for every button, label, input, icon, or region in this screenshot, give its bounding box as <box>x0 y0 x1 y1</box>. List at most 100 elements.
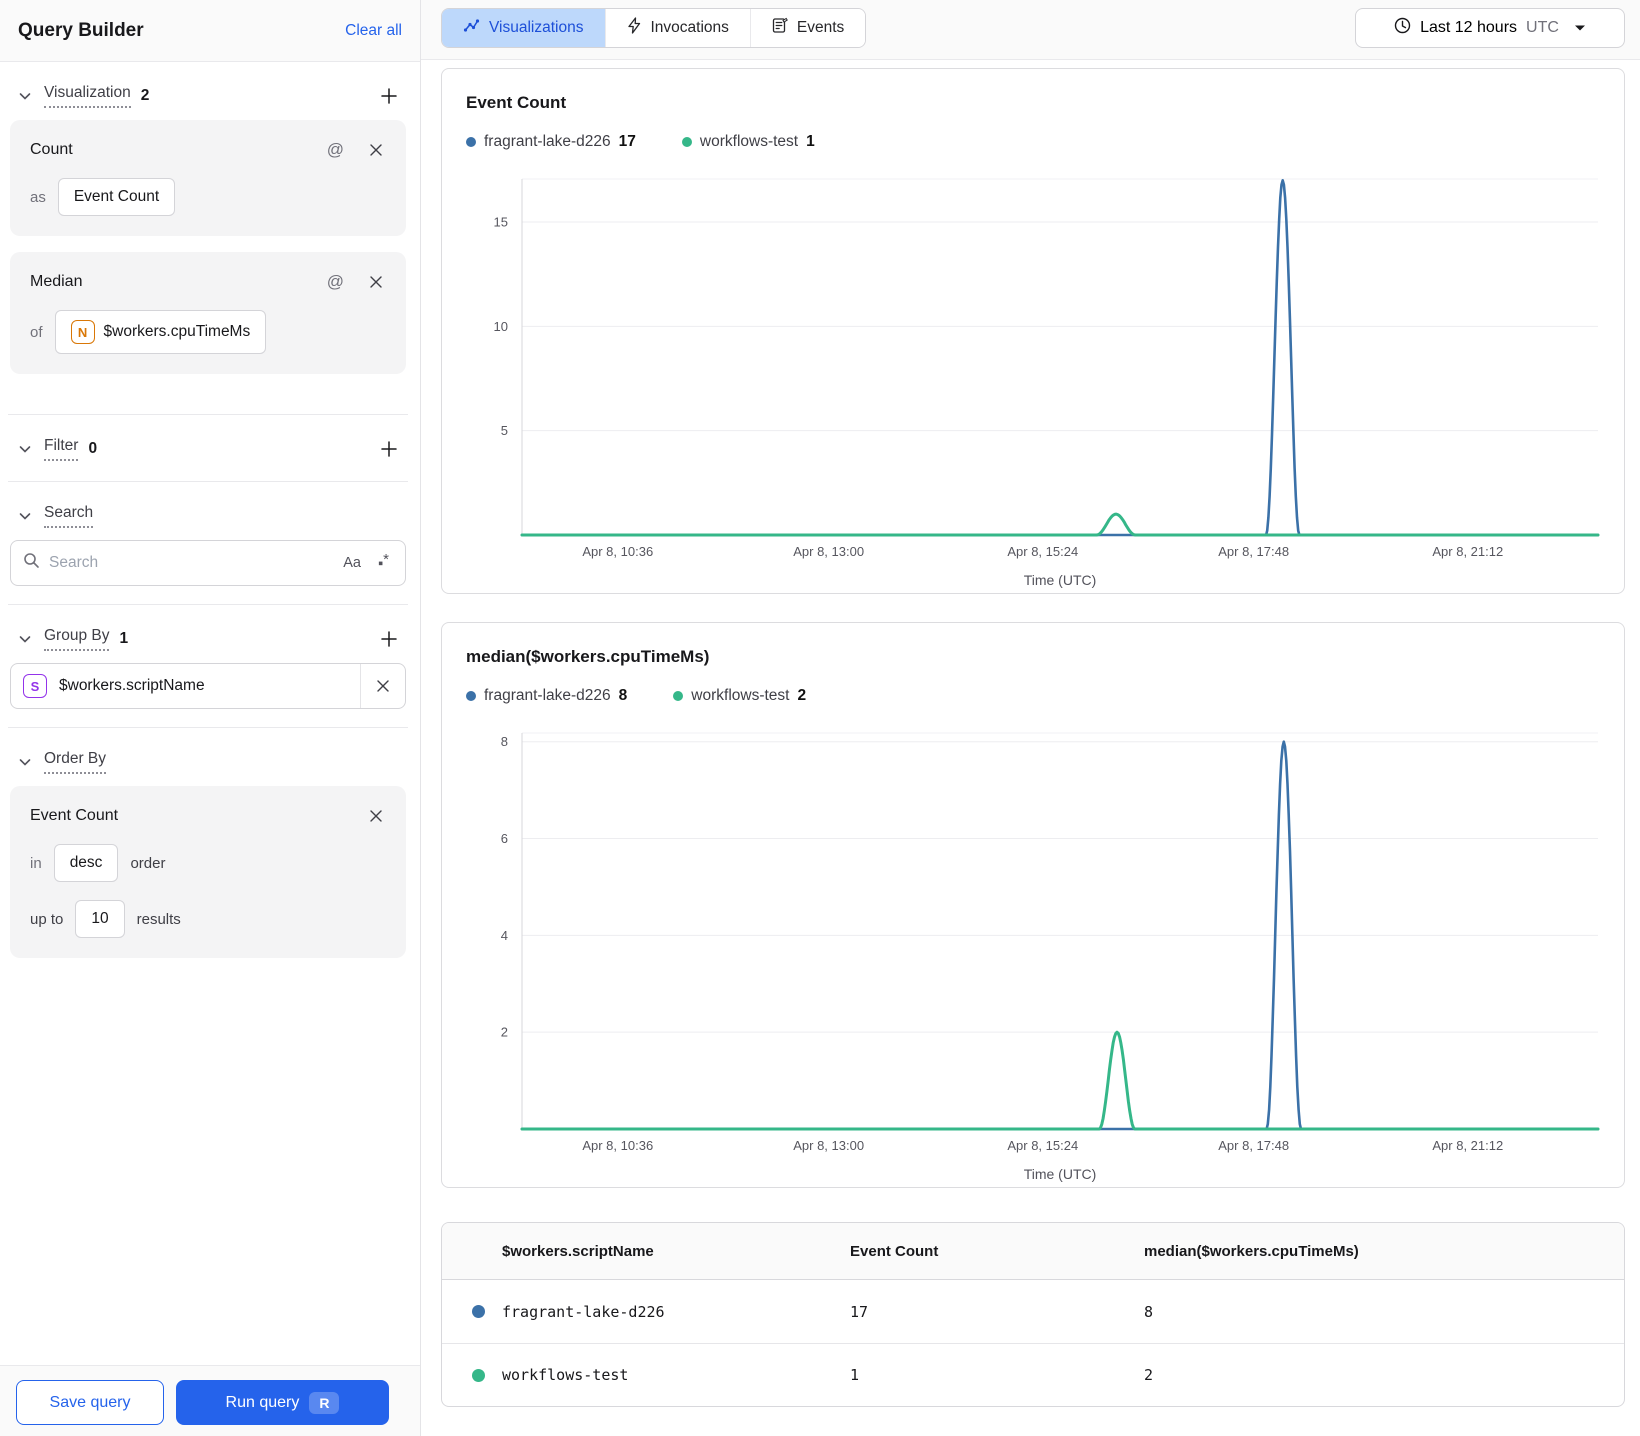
results-table: $workers.scriptName Event Count median($… <box>441 1222 1625 1407</box>
trend-icon <box>463 17 480 39</box>
close-icon[interactable] <box>366 140 386 160</box>
svg-text:8: 8 <box>501 734 508 749</box>
search-icon <box>23 552 40 574</box>
legend-item[interactable]: fragrant-lake-d226 17 <box>466 133 636 151</box>
sidebar-content: Visualization 2 Count @ as Event Count M… <box>0 62 420 1365</box>
lightning-icon <box>627 17 642 39</box>
clock-icon <box>1394 17 1411 39</box>
add-visualization-button[interactable] <box>378 85 400 107</box>
chevron-down-icon[interactable] <box>16 630 34 648</box>
event-count-cell: 1 <box>850 1366 860 1384</box>
events-icon <box>772 17 788 39</box>
svg-text:Apr 8, 17:48: Apr 8, 17:48 <box>1218 1138 1289 1153</box>
svg-text:Apr 8, 10:36: Apr 8, 10:36 <box>582 544 653 559</box>
legend-item[interactable]: fragrant-lake-d226 8 <box>466 687 627 705</box>
svg-text:Time (UTC): Time (UTC) <box>1024 1166 1097 1182</box>
svg-text:2: 2 <box>501 1025 508 1040</box>
svg-text:Apr 8, 21:12: Apr 8, 21:12 <box>1432 544 1503 559</box>
query-builder-sidebar: Query Builder Clear all Visualization 2 … <box>0 0 421 1436</box>
visualization-fn-label: Count <box>30 141 73 158</box>
visualization-count: 2 <box>140 87 150 104</box>
visualization-fn-label: Median <box>30 273 83 290</box>
sidebar-header: Query Builder Clear all <box>0 0 420 62</box>
legend-item[interactable]: workflows-test 2 <box>673 687 806 705</box>
script-name-cell: workflows-test <box>502 1366 629 1384</box>
chevron-down-icon[interactable] <box>16 440 34 458</box>
visualization-card-median: Median @ of N $workers.cpuTimeMs <box>10 252 406 374</box>
table-row: workflows-test 1 2 <box>442 1343 1624 1406</box>
table-header-row: $workers.scriptName Event Count median($… <box>442 1223 1624 1280</box>
median-field[interactable]: N $workers.cpuTimeMs <box>54 310 267 354</box>
close-icon[interactable] <box>366 272 386 292</box>
search-input[interactable] <box>49 554 331 572</box>
regex-toggle[interactable]: ▪* <box>374 551 393 572</box>
svg-text:15: 15 <box>494 214 508 229</box>
tab-visualizations[interactable]: Visualizations <box>442 9 605 47</box>
column-header: median($workers.cpuTimeMs) <box>1144 1242 1359 1260</box>
number-type-icon: N <box>70 320 95 344</box>
run-query-button[interactable]: Run query R <box>176 1380 389 1425</box>
search-box: Aa ▪* <box>10 540 406 586</box>
add-group-by-button[interactable] <box>378 628 400 650</box>
chart-legend: fragrant-lake-d226 8 workflows-test 2 <box>466 687 1600 705</box>
limit-input[interactable]: 10 <box>75 900 125 938</box>
tab-events[interactable]: Events <box>749 9 866 47</box>
string-type-icon: S <box>23 674 47 698</box>
series-dot <box>472 1305 485 1318</box>
search-section-label: Search <box>44 504 94 528</box>
time-range-dropdown[interactable]: Last 12 hours UTC <box>1355 8 1625 48</box>
order-label: order <box>130 854 166 872</box>
of-label: of <box>30 323 43 341</box>
order-by-field-label: Event Count <box>30 807 119 824</box>
svg-text:Apr 8, 17:48: Apr 8, 17:48 <box>1218 544 1289 559</box>
order-by-section-label: Order By <box>44 750 107 774</box>
svg-text:Time (UTC): Time (UTC) <box>1024 572 1097 588</box>
clear-all-button[interactable]: Clear all <box>345 22 402 40</box>
caret-down-icon <box>1574 19 1586 37</box>
chart-title: median($workers.cpuTimeMs) <box>466 647 710 666</box>
visualization-section: Visualization 2 Count @ as Event Count M… <box>8 62 408 415</box>
in-label: in <box>30 854 42 872</box>
remove-group-by-icon[interactable] <box>373 676 393 696</box>
chevron-down-icon[interactable] <box>16 753 34 771</box>
median-cell: 8 <box>1144 1302 1154 1321</box>
event-count-cell: 17 <box>850 1302 869 1321</box>
series-dot <box>681 137 692 147</box>
save-query-button[interactable]: Save query <box>16 1380 164 1425</box>
svg-text:Apr 8, 13:00: Apr 8, 13:00 <box>793 544 864 559</box>
group-by-count: 1 <box>119 630 129 647</box>
tab-invocations[interactable]: Invocations <box>604 9 750 47</box>
svg-text:Apr 8, 10:36: Apr 8, 10:36 <box>582 1138 653 1153</box>
main-toolbar: Visualizations Invocations Events Last 1… <box>421 0 1640 60</box>
run-shortcut-badge: R <box>309 1391 340 1414</box>
alias-field[interactable]: Event Count <box>57 178 176 216</box>
group-by-section-label: Group By <box>44 627 110 651</box>
line-chart: 2 4 6 8 Apr 8, 10:36 Apr 8, 13:00 Apr 8, 15:24… <box>466 717 1600 1187</box>
group-by-section: Group By 1 S $workers.scriptName <box>8 605 408 728</box>
chart-title: Event Count <box>466 93 567 112</box>
case-sensitive-toggle[interactable]: Aa <box>339 555 365 571</box>
at-mention-button[interactable]: @ <box>327 272 344 292</box>
series-dot <box>472 1368 485 1382</box>
svg-text:Apr 8, 21:12: Apr 8, 21:12 <box>1432 1138 1503 1153</box>
at-mention-button[interactable]: @ <box>327 140 344 160</box>
svg-text:Apr 8, 15:24: Apr 8, 15:24 <box>1007 544 1078 559</box>
svg-text:Apr 8, 13:00: Apr 8, 13:00 <box>793 1138 864 1153</box>
chevron-down-icon[interactable] <box>16 87 34 105</box>
legend-item[interactable]: workflows-test 1 <box>681 133 815 151</box>
order-by-card: Event Count in desc order up to 10 resul… <box>10 786 406 958</box>
as-label: as <box>30 188 46 206</box>
page-title: Query Builder <box>18 19 144 41</box>
close-icon[interactable] <box>366 806 386 826</box>
group-by-field-name: $workers.scriptName <box>59 677 205 694</box>
group-by-field[interactable]: S $workers.scriptName <box>10 663 406 709</box>
main-body: Event Count fragrant-lake-d226 17 workfl… <box>421 60 1640 1407</box>
direction-select[interactable]: desc <box>53 844 119 882</box>
add-filter-button[interactable] <box>378 438 400 460</box>
chevron-down-icon[interactable] <box>16 507 34 525</box>
median-cell: 2 <box>1144 1366 1154 1384</box>
visualization-section-label: Visualization <box>44 84 131 108</box>
results-label: results <box>136 910 181 928</box>
filter-count: 0 <box>88 440 98 457</box>
series-dot <box>466 137 476 147</box>
